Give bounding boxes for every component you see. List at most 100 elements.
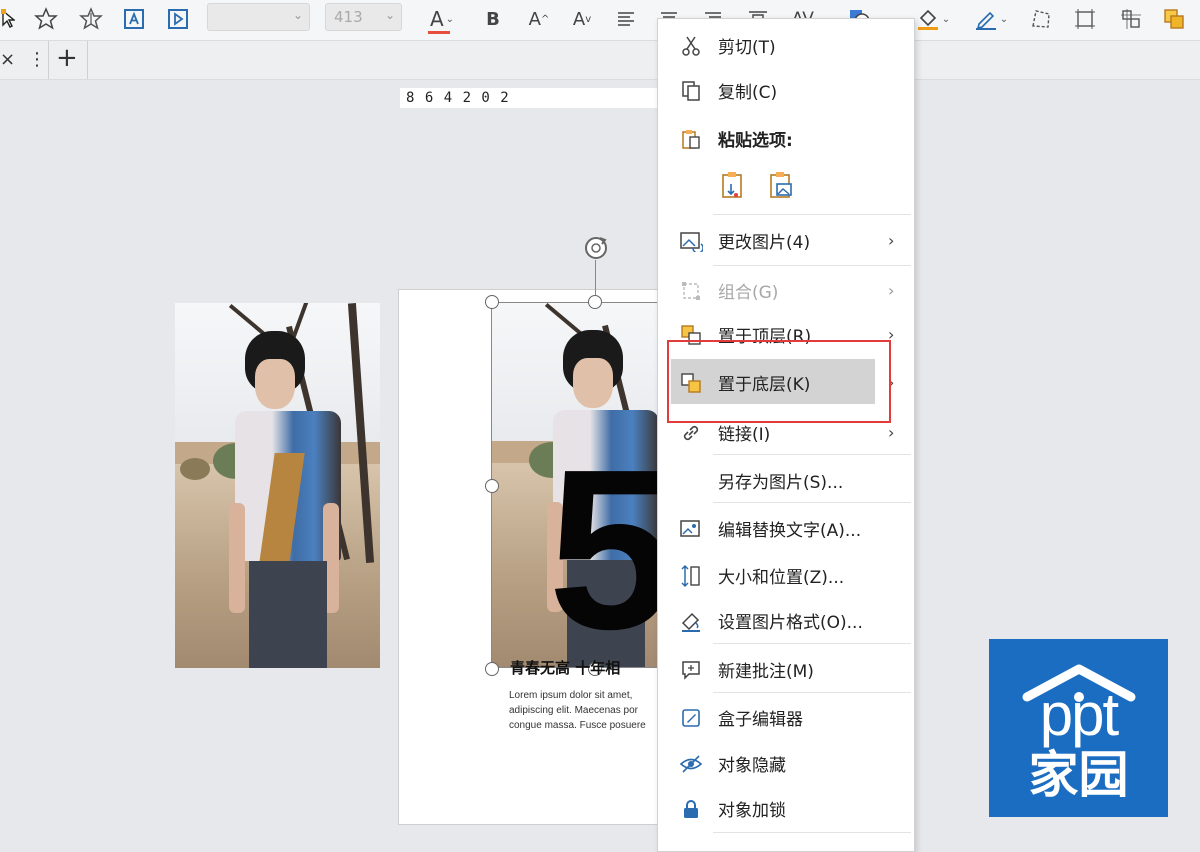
font-name-combo[interactable]: ⌄: [207, 3, 310, 31]
star-shape-icon[interactable]: [33, 6, 59, 32]
rotate-handle-icon[interactable]: [580, 232, 612, 264]
grow-font-icon: A: [528, 8, 541, 30]
slide-title[interactable]: 青春无高 十年相: [510, 657, 620, 678]
link-icon: [678, 420, 704, 446]
menu-item-change-picture[interactable]: 更改图片(4) ›: [658, 220, 912, 260]
paint-bucket-icon: [917, 9, 938, 30]
chevron-down-icon: ⌄: [292, 8, 303, 22]
pen-icon: [975, 11, 996, 30]
tab-more-icon[interactable]: ⋮: [28, 49, 46, 70]
crop-button[interactable]: [1071, 6, 1099, 32]
menu-item-box-editor[interactable]: 盒子编辑器: [658, 697, 912, 737]
slide-big-number[interactable]: 5: [548, 436, 675, 664]
scissors-icon: [678, 33, 704, 59]
star-outline-icon[interactable]: [78, 6, 104, 32]
photo-person-arm: [229, 503, 245, 613]
submenu-arrow-icon: ›: [888, 422, 895, 442]
ruler-marks: 8 6 4 2 0 2: [406, 90, 510, 106]
tab-divider: [87, 41, 88, 79]
menu-item-label: 复制(C): [718, 82, 778, 103]
submenu-arrow-icon: ›: [888, 280, 895, 300]
menu-item-format-picture[interactable]: 设置图片格式(O)...: [658, 600, 912, 640]
arrange-button[interactable]: [1160, 6, 1188, 32]
chevron-down-icon: ⌄: [941, 13, 951, 25]
fill-color-button[interactable]: ⌄: [910, 6, 956, 32]
resize-handle-left[interactable]: [485, 479, 499, 493]
menu-item-save-as-picture[interactable]: 另存为图片(S)...: [658, 460, 912, 500]
menu-item-label: 新建批注(M): [718, 661, 814, 682]
menu-item-edit-alt-text[interactable]: 编辑替换文字(A)...: [658, 508, 912, 548]
media-box-icon[interactable]: [165, 6, 191, 32]
menu-item-group[interactable]: 组合(G) ›: [658, 270, 912, 310]
menu-item-label: 对象加锁: [718, 800, 786, 821]
menu-item-label: 粘贴选项:: [718, 130, 793, 151]
logo-ppt-text: ppt: [989, 685, 1168, 745]
menu-separator: [713, 643, 911, 644]
select-pointer-icon[interactable]: [0, 6, 16, 32]
shrink-font-icon: A: [572, 8, 586, 30]
menu-item-label: 大小和位置(Z)...: [718, 567, 845, 588]
bold-icon: B: [486, 8, 500, 30]
resize-handle-top-left[interactable]: [485, 295, 499, 309]
menu-item-new-comment[interactable]: 新建批注(M): [658, 649, 912, 689]
grow-font-button[interactable]: A ^: [525, 6, 553, 32]
text-color-letter: A: [429, 7, 444, 31]
ungroup-icon: [1121, 9, 1141, 29]
chevron-down-icon: ⌄: [384, 8, 395, 22]
source-photo[interactable]: [175, 303, 380, 668]
menu-item-hide-object[interactable]: 对象隐藏: [658, 743, 912, 783]
close-tab-icon[interactable]: ×: [0, 49, 15, 70]
text-color-icon: A: [427, 7, 450, 34]
menu-item-copy[interactable]: 复制(C): [658, 70, 912, 110]
menu-item-label: 链接(I): [718, 424, 771, 445]
outline-color-button[interactable]: ⌄: [968, 6, 1014, 32]
size-position-icon: [678, 563, 704, 589]
logo-line1: ppt: [1039, 681, 1119, 748]
shrink-font-button[interactable]: Av: [568, 6, 596, 32]
tab-divider: [48, 41, 49, 79]
horizontal-ruler[interactable]: 8 6 4 2 0 2: [400, 88, 660, 108]
slide-body-line[interactable]: congue massa. Fusce posuere: [509, 720, 646, 731]
formatting-toolbar: ⌄ 413 ⌄ A ⌄ B A^ Av AV ⌄ ⌄ ⌄: [0, 0, 1200, 41]
edit-shape-button[interactable]: [1028, 6, 1054, 32]
text-color-button[interactable]: A ⌄: [420, 6, 464, 34]
submenu-arrow-icon: ›: [888, 230, 895, 250]
menu-item-label: 另存为图片(S)...: [718, 472, 844, 493]
font-size-value: 413: [334, 8, 363, 26]
paste-icon: [678, 126, 704, 152]
menu-separator: [713, 265, 911, 266]
menu-separator: [713, 692, 911, 693]
menu-item-cut[interactable]: 剪切(T): [658, 25, 912, 65]
align-left-button[interactable]: [613, 6, 639, 32]
menu-item-lock-object[interactable]: 对象加锁: [658, 788, 912, 828]
format-picture-icon: [678, 608, 704, 634]
paste-as-picture-icon[interactable]: [767, 170, 797, 202]
logo-line2: 家园: [1028, 746, 1129, 804]
bold-button[interactable]: B: [482, 6, 504, 32]
text-box-icon[interactable]: [121, 6, 147, 32]
photo-bush: [180, 458, 210, 480]
font-size-combo[interactable]: 413 ⌄: [325, 3, 402, 31]
menu-separator: [713, 454, 911, 455]
copy-icon: [678, 78, 704, 104]
menu-item-label: 更改图片(4): [718, 232, 811, 253]
menu-item-label: 设置图片格式(O)...: [718, 612, 863, 633]
slide-body-line[interactable]: adipiscing elit. Maecenas por: [509, 705, 638, 716]
resize-handle-bottom-left[interactable]: [485, 662, 499, 676]
ungroup-button[interactable]: [1117, 6, 1145, 32]
slide-body-line[interactable]: Lorem ipsum dolor sit amet,: [509, 690, 632, 701]
menu-item-size-position[interactable]: 大小和位置(Z)...: [658, 555, 912, 595]
crop-icon: [1075, 9, 1095, 29]
logo-jiayuan-text: 家园: [989, 747, 1168, 803]
text-color-bar: [427, 31, 450, 34]
menu-item-paste-options: 粘贴选项:: [658, 118, 912, 158]
paste-keep-format-icon[interactable]: [719, 170, 749, 202]
change-picture-icon: [678, 228, 704, 254]
resize-handle-top[interactable]: [588, 295, 602, 309]
new-tab-icon[interactable]: +: [56, 43, 78, 73]
chevron-down-icon: ⌄: [999, 13, 1009, 25]
group-icon: [678, 278, 704, 304]
photo-person-face: [255, 359, 295, 409]
comment-icon: [678, 657, 704, 683]
menu-separator: [713, 214, 911, 215]
